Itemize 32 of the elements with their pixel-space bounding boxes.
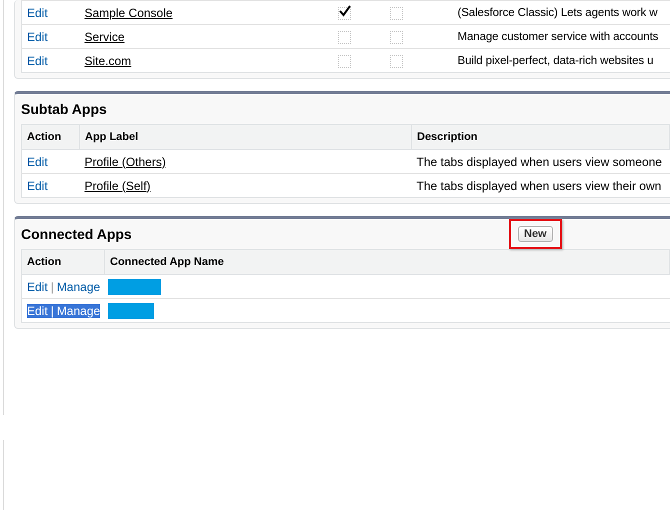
new-button[interactable]: New [518, 226, 553, 242]
manage-link[interactable]: Manage [56, 280, 100, 294]
edit-link[interactable]: Edit [27, 304, 48, 318]
edit-link[interactable]: Edit [27, 54, 48, 68]
app-label-link[interactable]: Service [84, 30, 125, 44]
edit-link[interactable]: Edit [27, 6, 48, 20]
column-header: Action [22, 250, 104, 274]
app-label-link[interactable]: Profile (Self) [84, 178, 151, 192]
separator: | [50, 280, 55, 294]
edit-link[interactable]: Edit [27, 30, 48, 44]
section-title: Connected Apps [21, 226, 133, 242]
column-header: Connected App Name [104, 250, 670, 274]
edit-link[interactable]: Edit [27, 178, 48, 192]
edit-link[interactable]: Edit [27, 154, 48, 168]
edit-link[interactable]: Edit [27, 280, 48, 294]
table-cell: Build pixel-perfect, data-rich websites u [452, 48, 670, 72]
separator: | [48, 304, 57, 318]
redacted-bar [108, 278, 160, 294]
table-cell: Manage customer service with accounts [452, 24, 670, 48]
section-title: Subtab Apps [21, 101, 107, 117]
redacted-bar [108, 302, 154, 318]
table-cell: The tabs displayed when users view someone [412, 150, 670, 174]
checkmark-icon [339, 4, 351, 17]
column-header: Action [22, 124, 80, 150]
table-cell: The tabs displayed when users view their own [412, 174, 670, 198]
manage-link[interactable]: Manage [56, 304, 100, 318]
app-label-link[interactable]: Profile (Others) [84, 154, 166, 168]
table-cell: (Salesforce Classic) Lets agents work w [452, 0, 670, 24]
column-header: App Label [80, 124, 412, 150]
column-header: Description [412, 124, 670, 150]
app-label-link[interactable]: Sample Console [84, 6, 173, 20]
app-label-link[interactable]: Site.com [84, 54, 132, 68]
